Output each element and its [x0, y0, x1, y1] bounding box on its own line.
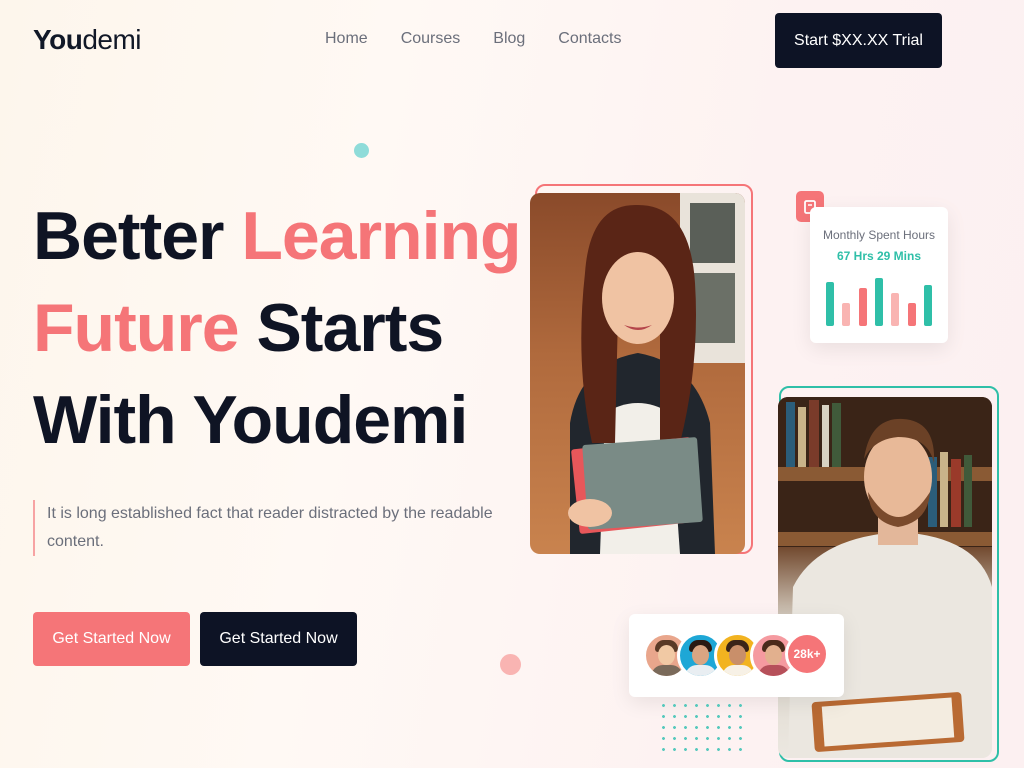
- student-man-photo: [778, 397, 992, 758]
- headline-word: Future: [33, 290, 257, 366]
- logo-strong: You: [33, 24, 83, 55]
- nav-courses[interactable]: Courses: [401, 30, 461, 48]
- hours-card-title: Monthly Spent Hours: [822, 228, 936, 242]
- get-started-primary-button[interactable]: Get Started Now: [33, 612, 190, 666]
- brand-logo[interactable]: Youdemi: [33, 24, 142, 56]
- headline-line-3: With Youdemi: [33, 374, 521, 466]
- nav-home[interactable]: Home: [325, 30, 368, 48]
- headline-word: Learning: [241, 198, 521, 274]
- nav-contacts[interactable]: Contacts: [558, 30, 621, 48]
- get-started-secondary-button[interactable]: Get Started Now: [200, 612, 357, 666]
- hours-bar: [842, 303, 851, 326]
- headline-word: With Youdemi: [33, 382, 468, 458]
- hero-headline: Better Learning Future Starts With Youde…: [33, 190, 522, 466]
- headline-word: Starts: [256, 290, 444, 366]
- learner-count-badge: 28k+: [785, 632, 829, 676]
- headline-line-1: Better Learning: [33, 190, 522, 282]
- decorative-teal-dot: [354, 143, 369, 158]
- hero-subtext: It is long established fact that reader …: [33, 500, 503, 556]
- hours-bar: [923, 285, 932, 326]
- man-illustration: [778, 397, 992, 758]
- hours-bar: [826, 282, 834, 326]
- monthly-hours-card: Monthly Spent Hours 67 Hrs 29 Mins: [810, 207, 948, 343]
- student-woman-photo: [530, 193, 745, 554]
- hours-bar: [858, 288, 867, 326]
- headline-line-2: Future Starts: [33, 282, 521, 374]
- hours-bar: [907, 303, 916, 326]
- logo-light: demi: [82, 24, 142, 55]
- hours-card-value: 67 Hrs 29 Mins: [836, 249, 922, 263]
- headline-word: Better: [33, 198, 242, 274]
- decorative-pink-dot: [500, 654, 521, 675]
- hours-bar: [891, 293, 900, 326]
- nav-blog[interactable]: Blog: [493, 30, 525, 48]
- start-trial-button[interactable]: Start $XX.XX Trial: [775, 13, 942, 68]
- hours-bar: [874, 278, 883, 326]
- woman-illustration: [568, 193, 745, 554]
- decorative-dot-grid: [658, 700, 748, 758]
- main-nav: Home Courses Blog Contacts: [325, 30, 621, 48]
- hours-bar-chart: [826, 274, 932, 326]
